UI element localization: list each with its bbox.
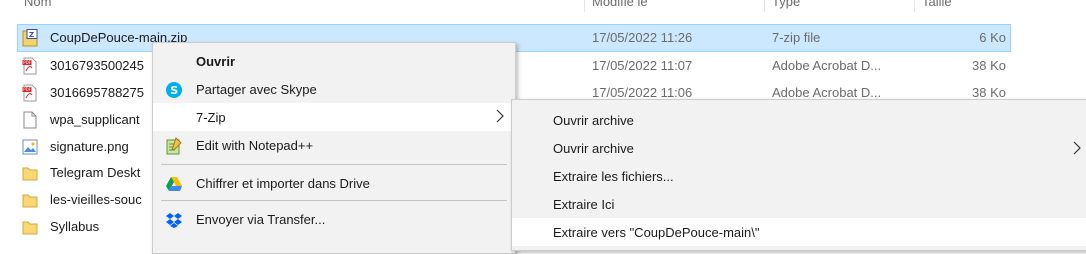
menu-item-label: Chiffrer et importer dans Drive xyxy=(196,176,370,191)
submenu-item-extract-files[interactable]: Extraire les fichiers... xyxy=(512,162,1086,190)
svg-text:PDF: PDF xyxy=(23,60,31,65)
submenu-item-open-archive[interactable]: Ouvrir archive xyxy=(512,106,1086,134)
file-type: Adobe Acrobat D... xyxy=(772,85,882,100)
menu-separator xyxy=(161,164,507,165)
file-name: les-vieilles-souc xyxy=(50,192,142,207)
chevron-right-icon xyxy=(1072,141,1082,155)
file-name: 3016695788275 xyxy=(50,85,144,100)
svg-text:Z: Z xyxy=(29,31,34,39)
submenu-item-extract-here[interactable]: Extraire Ici xyxy=(512,190,1086,218)
context-menu: Ouvrir S Partager avec Skype 7-Zip Edit … xyxy=(152,42,516,254)
menu-item-notepadpp[interactable]: Edit with Notepad++ xyxy=(153,131,515,159)
pdf-icon: PDF xyxy=(22,84,38,102)
svg-text:PDF: PDF xyxy=(23,87,31,92)
menu-item-label: 7-Zip xyxy=(196,110,226,125)
submenu-item-label: Extraire Ici xyxy=(553,197,615,212)
column-size-header[interactable]: Taille xyxy=(922,0,952,9)
file-name: 3016793500245 xyxy=(50,58,144,73)
submenu-item-label: Ouvrir archive xyxy=(553,141,634,156)
submenu-7zip: Ouvrir archive Ouvrir archive Extraire l… xyxy=(511,99,1086,251)
file-size: 38 Ko xyxy=(972,58,1006,73)
folder-icon xyxy=(22,164,38,182)
notepadpp-icon xyxy=(165,137,183,155)
menu-item-drive-encrypt[interactable]: Chiffrer et importer dans Drive xyxy=(153,169,515,197)
column-modified-header[interactable]: Modifié le xyxy=(592,0,648,9)
zip-icon: Z xyxy=(22,29,38,47)
menu-item-label: Edit with Notepad++ xyxy=(196,138,314,153)
skype-icon: S xyxy=(165,81,183,99)
file-date: 17/05/2022 11:06 xyxy=(592,85,693,100)
file-date: 17/05/2022 11:26 xyxy=(592,30,693,45)
google-drive-icon xyxy=(165,175,183,193)
file-size: 6 Ko xyxy=(979,30,1006,45)
dropbox-icon xyxy=(165,211,183,229)
submenu-item-open-archive-more[interactable]: Ouvrir archive xyxy=(512,134,1086,162)
folder-icon xyxy=(22,191,38,209)
folder-icon xyxy=(22,218,38,236)
file-name: Syllabus xyxy=(50,219,100,234)
column-type-header[interactable]: Type xyxy=(772,0,800,9)
chevron-right-icon xyxy=(495,109,505,123)
submenu-item-label: Ouvrir archive xyxy=(553,113,634,128)
menu-separator xyxy=(161,200,507,201)
file-type: Adobe Acrobat D... xyxy=(772,58,882,73)
submenu-item-extract-to-folder[interactable]: Extraire vers "CoupDePouce-main\" xyxy=(512,218,1086,246)
document-icon xyxy=(22,111,38,129)
column-divider[interactable] xyxy=(584,0,585,12)
column-name-header[interactable]: Nom xyxy=(24,0,51,9)
pdf-icon: PDF xyxy=(22,57,38,75)
submenu-item-label: Extraire vers "CoupDePouce-main\" xyxy=(553,225,760,240)
submenu-item-label: Extraire les fichiers... xyxy=(553,169,674,184)
menu-item-ouvrir[interactable]: Ouvrir xyxy=(153,47,515,75)
menu-item-skype-share[interactable]: S Partager avec Skype xyxy=(153,75,515,103)
file-date: 17/05/2022 11:07 xyxy=(592,58,693,73)
file-name: Telegram Deskt xyxy=(50,165,141,180)
menu-item-label: Partager avec Skype xyxy=(196,82,317,97)
svg-text:S: S xyxy=(170,84,178,97)
file-name: signature.png xyxy=(50,139,129,154)
menu-item-7zip[interactable]: 7-Zip xyxy=(153,103,515,131)
menu-item-dropbox-transfer[interactable]: Envoyer via Transfer... xyxy=(153,205,515,233)
file-name: wpa_supplicant xyxy=(50,112,140,127)
menu-item-label: Ouvrir xyxy=(196,54,236,69)
column-header: Nom Modifié le Type Taille xyxy=(0,0,1086,12)
column-divider[interactable] xyxy=(764,0,765,12)
file-type: 7-zip file xyxy=(772,30,821,45)
image-icon xyxy=(22,138,38,156)
file-size: 38 Ko xyxy=(972,85,1006,100)
menu-item-label: Envoyer via Transfer... xyxy=(196,212,326,227)
column-divider[interactable] xyxy=(914,0,915,12)
